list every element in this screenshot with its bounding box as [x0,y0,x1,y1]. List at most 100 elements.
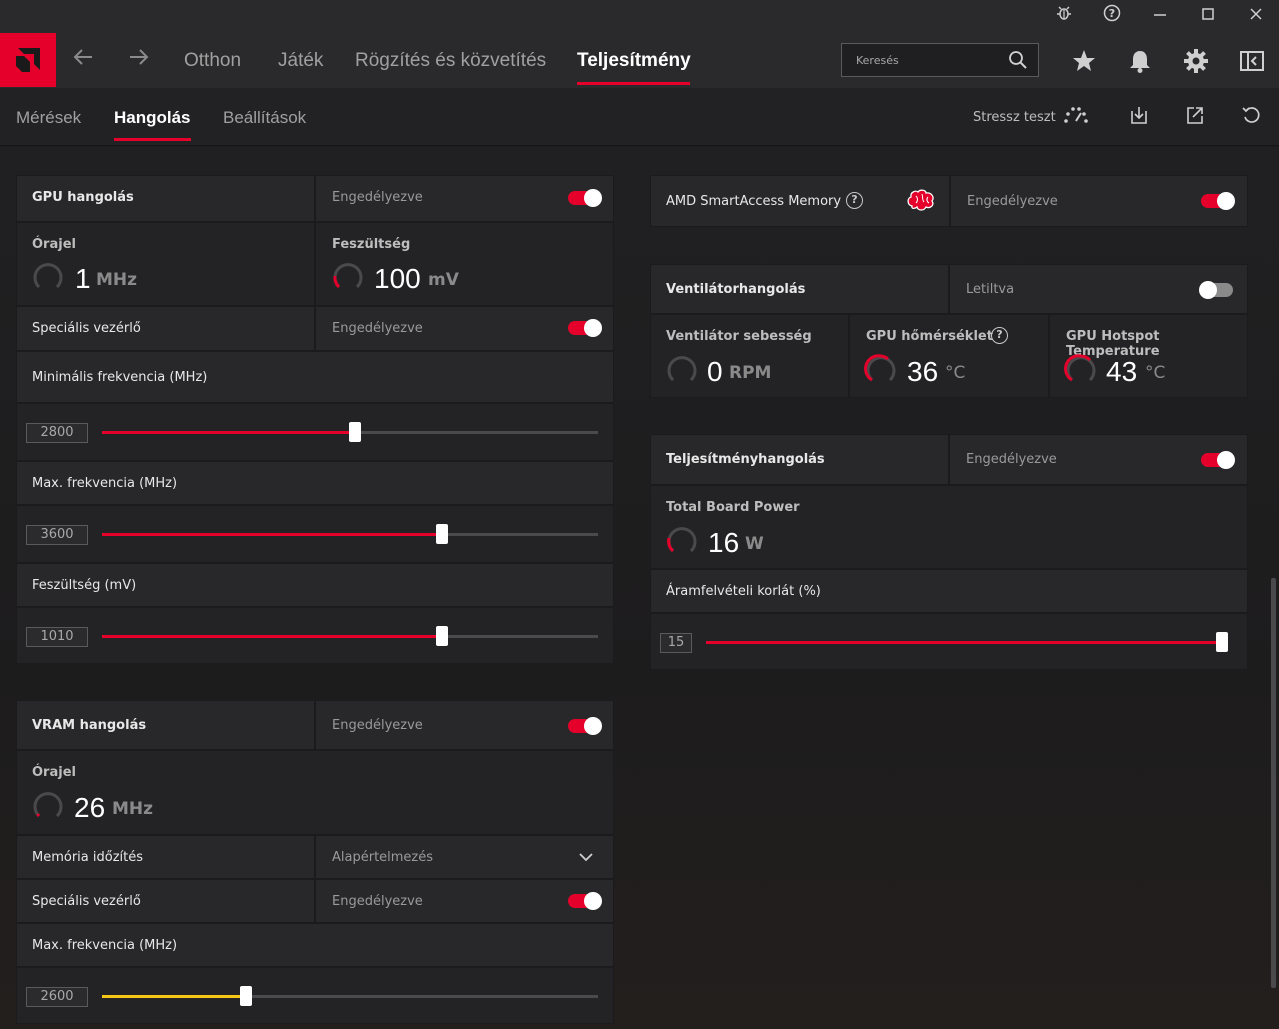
gpu-temp-value: 36 [907,356,939,387]
gpu-temp-unit: °C [945,363,966,383]
vram-tuning-toggle[interactable] [568,717,602,735]
subtab-tuning[interactable]: Hangolás [114,108,191,128]
min-freq-label: Minimális frekvencia (MHz) [32,370,208,385]
max-freq-label: Max. frekvencia (MHz) [32,476,178,491]
max-freq-header: Max. frekvencia (MHz) [16,461,614,505]
export-profile-icon[interactable] [1185,105,1209,129]
power-limit-thumb[interactable] [1216,632,1228,652]
vram-advanced-label: Speciális vezérlő [32,894,141,909]
reset-icon[interactable] [1241,105,1265,129]
vram-max-freq-label: Max. frekvencia (MHz) [32,938,178,953]
gpu-voltage-value: 100 [374,263,421,294]
sidebar-toggle-icon[interactable] [1239,48,1265,74]
help-icon[interactable]: ? [1098,4,1126,28]
power-tuning-header: Teljesítményhangolás [650,434,949,485]
stress-test-gauge-icon[interactable] [1063,105,1088,129]
gpu-clock-label: Órajel [32,237,76,252]
vram-max-freq-input[interactable]: 2600 [26,987,88,1007]
close-icon[interactable] [1242,4,1270,28]
smart-access-memory-row: AMD SmartAccess Memory ? [650,175,950,227]
sam-help-icon[interactable]: ? [846,192,863,209]
power-tuning-toggle[interactable] [1201,451,1235,469]
memory-timing-dropdown[interactable]: Alapértelmezés [315,835,614,879]
search-icon[interactable] [1008,50,1028,74]
vram-clock-label: Órajel [32,765,76,780]
power-limit-slider[interactable] [706,632,1228,652]
stress-test-label[interactable]: Stressz teszt [973,110,1056,125]
min-freq-slider-row: 2800 [16,403,614,461]
active-tab-indicator [577,82,690,85]
vram-advanced-control: Speciális vezérlő [16,879,315,923]
min-freq-input[interactable]: 2800 [26,423,88,443]
subtab-settings[interactable]: Beállítások [223,108,306,128]
tab-performance[interactable]: Teljesítmény [577,50,691,72]
board-power-value: 16 [708,527,740,558]
voltage-thumb[interactable] [436,626,448,646]
tab-record-stream[interactable]: Rögzítés és közvetítés [355,50,546,72]
bug-report-icon[interactable] [1050,4,1078,28]
gpu-voltage-gauge [333,263,363,289]
fan-speed-label: Ventilátor sebesség [666,329,812,344]
max-freq-slider[interactable] [102,524,598,544]
forward-arrow-icon[interactable] [128,46,150,74]
gpu-hotspot-value: 43 [1106,356,1138,387]
subtab-metrics[interactable]: Mérések [16,108,81,128]
voltage-fill [102,635,442,638]
minimize-icon[interactable] [1146,4,1174,28]
gpu-temp-metric: GPU hőmérséklet ? 36 °C [849,314,1049,398]
fan-tuning-header: Ventilátorhangolás [650,264,949,314]
power-limit-label: Áramfelvételi korlát (%) [666,584,821,599]
sam-status: Engedélyezve [967,194,1058,209]
import-profile-icon[interactable] [1129,105,1153,129]
vram-advanced-toggle[interactable] [568,892,602,910]
voltage-slider[interactable] [102,626,598,646]
vram-tuning-status-cell: Engedélyezve [315,700,614,750]
min-freq-thumb[interactable] [349,422,361,442]
gpu-advanced-status-cell: Engedélyezve [315,306,614,351]
sam-status-cell: Engedélyezve [950,175,1248,227]
gpu-temp-gauge [864,354,896,382]
power-tuning-status: Engedélyezve [966,452,1057,467]
gpu-temp-help-icon[interactable]: ? [991,327,1008,344]
board-power-label: Total Board Power [666,500,800,515]
amd-logo[interactable] [0,33,56,87]
search-box[interactable]: Keresés [841,43,1039,77]
gpu-hotspot-metric: GPU Hotspot Temperature 43 °C [1049,314,1248,398]
gpu-tuning-title: GPU hangolás [32,190,134,205]
max-freq-input[interactable]: 3600 [26,525,88,545]
favorites-star-icon[interactable] [1071,48,1097,74]
tab-gaming[interactable]: Játék [278,50,323,72]
min-freq-slider[interactable] [102,422,598,442]
memory-timing-row: Memória időzítés [16,835,315,879]
search-placeholder: Keresés [856,54,899,67]
fan-speed-gauge [667,356,697,382]
vram-max-freq-slider[interactable] [102,986,598,1006]
fan-tuning-toggle[interactable] [1199,281,1233,299]
voltage-mv-label: Feszültség (mV) [32,578,137,593]
power-tuning-status-cell: Engedélyezve [949,434,1248,485]
brain-icon [907,189,934,211]
scrollbar[interactable] [1271,578,1276,988]
power-tuning-title: Teljesítményhangolás [666,452,825,467]
gpu-advanced-toggle[interactable] [568,319,602,337]
notifications-bell-icon[interactable] [1127,48,1153,74]
fan-tuning-title: Ventilátorhangolás [666,282,806,297]
max-freq-thumb[interactable] [436,524,448,544]
vram-clock-gauge [33,792,63,818]
gpu-tuning-status: Engedélyezve [332,190,423,205]
power-limit-input[interactable]: 15 [660,633,692,653]
memory-timing-label: Memória időzítés [32,850,144,865]
gpu-tuning-toggle[interactable] [568,189,602,207]
vram-advanced-status-cell: Engedélyezve [315,879,614,923]
maximize-icon[interactable] [1194,4,1222,28]
back-arrow-icon[interactable] [72,46,94,74]
sam-toggle[interactable] [1201,192,1235,210]
board-power-gauge [667,527,697,553]
gpu-voltage-unit: mV [428,270,459,290]
settings-gear-icon[interactable] [1183,48,1209,74]
vram-max-freq-thumb[interactable] [240,986,252,1006]
voltage-input[interactable]: 1010 [26,627,88,647]
tab-home[interactable]: Otthon [184,50,241,72]
fan-speed-metric: Ventilátor sebesség 0 RPM [650,314,849,398]
gpu-tuning-status-cell: Engedélyezve [315,175,614,222]
